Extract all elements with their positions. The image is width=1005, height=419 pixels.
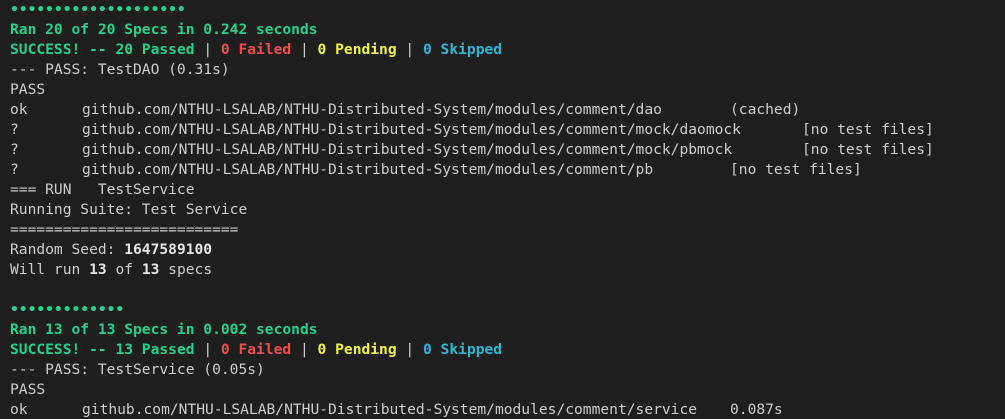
progress-dots: ••••••••••••• [10, 301, 125, 318]
seed-label: Random Seed: [10, 241, 125, 258]
pass-test-line: --- PASS: TestService (0.05s) [10, 361, 265, 378]
package-note: [no test files] [730, 161, 862, 178]
summary-separator: -- [80, 41, 116, 58]
running-suite-line: Running Suite: Test Service [10, 201, 248, 218]
pending-count: 0 Pending [317, 41, 397, 58]
ran-summary-line: Ran 13 of 13 Specs in 0.002 seconds [10, 321, 318, 338]
summary-pipe: | [396, 41, 423, 58]
package-status: ? [10, 161, 19, 178]
package-line: ? github.com/NTHU-LSALAB/NTHU-Distributed… [10, 160, 1005, 180]
will-run-count: 13 [89, 261, 107, 278]
package-note: [no test files] [802, 141, 934, 158]
package-path: github.com/NTHU-LSALAB/NTHU-Distributed-… [82, 141, 733, 158]
failed-count: 0 Failed [220, 41, 292, 58]
success-summary-line: SUCCESS! -- 20 Passed | 0 Failed | 0 Pen… [10, 40, 1005, 60]
summary-pipe: | [194, 41, 221, 58]
summary-pipe: | [396, 341, 423, 358]
ran-summary-line: Ran 20 of 20 Specs in 0.242 seconds [10, 21, 318, 38]
package-path: github.com/NTHU-LSALAB/NTHU-Distributed-… [82, 401, 698, 418]
package-duration: 0.087s [730, 401, 783, 418]
package-status: ok [10, 101, 28, 118]
package-path: github.com/NTHU-LSALAB/NTHU-Distributed-… [82, 121, 741, 138]
pending-count: 0 Pending [317, 341, 397, 358]
passed-count: 20 Passed [115, 41, 195, 58]
package-note: [no test files] [802, 121, 934, 138]
will-run-prefix: Will run [10, 261, 90, 278]
will-run-total: 13 [141, 261, 160, 278]
summary-pipe: | [291, 41, 318, 58]
run-test-line: === RUN TestService [10, 181, 195, 198]
passed-count: 13 Passed [115, 341, 195, 358]
skipped-count: 0 Skipped [422, 41, 503, 58]
package-line: ok github.com/NTHU-LSALAB/NTHU-Distribute… [10, 100, 1005, 120]
package-path: github.com/NTHU-LSALAB/NTHU-Distributed-… [82, 161, 654, 178]
package-line: ok github.com/NTHU-LSALAB/NTHU-Distribute… [10, 400, 1005, 419]
terminal-output[interactable]: •••••••••••••••••••• Ran 20 of 20 Specs … [0, 0, 1005, 419]
skipped-count: 0 Skipped [422, 341, 503, 358]
package-status: ok [10, 401, 28, 418]
success-label: SUCCESS! [10, 41, 81, 58]
seed-value: 1647589100 [124, 241, 213, 258]
pass-line: PASS [10, 381, 46, 398]
summary-pipe: | [194, 341, 221, 358]
will-run-mid: of [106, 261, 142, 278]
summary-separator: -- [80, 341, 116, 358]
suite-underline: ========================== [10, 221, 239, 238]
package-line: ? github.com/NTHU-LSALAB/NTHU-Distributed… [10, 140, 1005, 160]
random-seed-line: Random Seed: 1647589100 [10, 240, 1005, 260]
package-status: ? [10, 141, 19, 158]
failed-count: 0 Failed [220, 341, 292, 358]
package-path: github.com/NTHU-LSALAB/NTHU-Distributed-… [82, 101, 662, 118]
progress-dots: •••••••••••••••••••• [10, 1, 186, 18]
success-summary-line: SUCCESS! -- 13 Passed | 0 Failed | 0 Pen… [10, 340, 1005, 360]
pass-test-line: --- PASS: TestDAO (0.31s) [10, 61, 230, 78]
will-run-suffix: specs [159, 261, 213, 278]
package-line: ? github.com/NTHU-LSALAB/NTHU-Distributed… [10, 120, 1005, 140]
package-status: ? [10, 121, 19, 138]
summary-pipe: | [291, 341, 318, 358]
success-label: SUCCESS! [10, 341, 81, 358]
will-run-line: Will run 13 of 13 specs [10, 260, 1005, 280]
package-note: (cached) [730, 101, 801, 118]
pass-line: PASS [10, 81, 46, 98]
